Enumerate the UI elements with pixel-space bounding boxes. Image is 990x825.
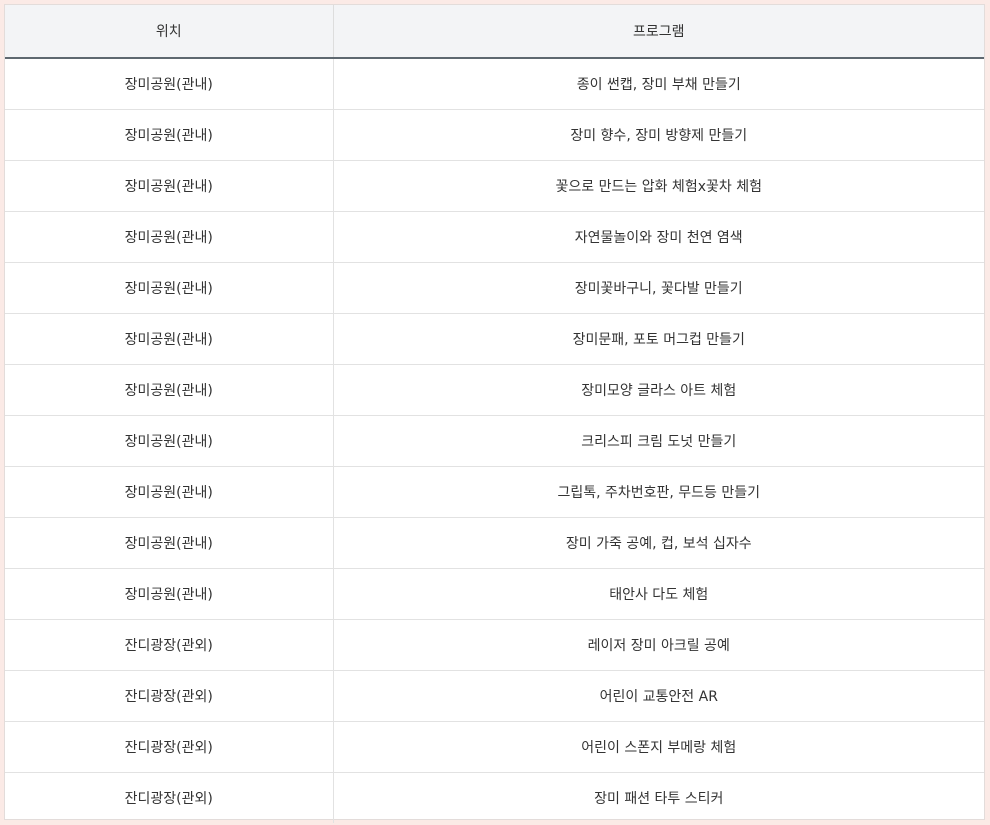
table-row: 잔디광장(관외) 어린이 교통안전 AR [5,670,984,722]
table-row: 장미공원(관내) 그립톡, 주차번호판, 무드등 만들기 [5,466,984,518]
cell-location: 장미공원(관내) [5,58,334,110]
cell-location: 장미공원(관내) [5,262,334,314]
table-row: 장미공원(관내) 장미 향수, 장미 방향제 만들기 [5,109,984,161]
cell-program: 크리스피 크림 도넛 만들기 [333,415,984,467]
table-row: 장미공원(관내) 태안사 다도 체험 [5,568,984,620]
cell-location: 잔디광장(관외) [5,670,334,722]
header-location: 위치 [5,5,334,59]
cell-program: 종이 썬캡, 장미 부채 만들기 [333,58,984,110]
cell-program: 장미 가죽 공예, 컵, 보석 십자수 [333,517,984,569]
cell-location: 장미공원(관내) [5,517,334,569]
cell-program: 그립톡, 주차번호판, 무드등 만들기 [333,466,984,518]
table-row: 장미공원(관내) 장미꽃바구니, 꽃다발 만들기 [5,262,984,314]
cell-program: 어린이 교통안전 AR [333,670,984,722]
table-row: 장미공원(관내) 꽃으로 만드는 압화 체험x꽃차 체험 [5,160,984,212]
cell-program: 레이저 장미 아크릴 공예 [333,619,984,671]
cell-location: 장미공원(관내) [5,109,334,161]
header-row: 위치 프로그램 [5,5,984,59]
cell-program: 자연물놀이와 장미 천연 염색 [333,211,984,263]
table-header: 위치 프로그램 [5,5,984,59]
cell-location: 장미공원(관내) [5,160,334,212]
program-table-panel: 위치 프로그램 장미공원(관내) 종이 썬캡, 장미 부채 만들기 장미공원(관내… [4,4,985,823]
cell-program: 태안사 다도 체험 [333,568,984,620]
cell-program: 장미 향수, 장미 방향제 만들기 [333,109,984,161]
header-program: 프로그램 [333,5,984,59]
cell-program: 장미모양 글라스 아트 체험 [333,364,984,416]
table-row: 장미공원(관내) 장미 가죽 공예, 컵, 보석 십자수 [5,517,984,569]
table-row: 잔디광장(관외) 장미 패션 타투 스티커 [5,772,984,823]
cell-location: 장미공원(관내) [5,313,334,365]
program-table: 위치 프로그램 장미공원(관내) 종이 썬캡, 장미 부채 만들기 장미공원(관내… [5,5,984,823]
cell-location: 잔디광장(관외) [5,619,334,671]
cell-program: 장미 패션 타투 스티커 [594,791,724,807]
table-row: 장미공원(관내) 크리스피 크림 도넛 만들기 [5,415,984,467]
cell-program: 장미문패, 포토 머그컵 만들기 [333,313,984,365]
cell-location: 장미공원(관내) [5,466,334,518]
table-row: 장미공원(관내) 장미문패, 포토 머그컵 만들기 [5,313,984,365]
cell-location: 잔디광장(관외) [5,721,334,773]
cell-program: 꽃으로 만드는 압화 체험x꽃차 체험 [333,160,984,212]
table-row: 장미공원(관내) 자연물놀이와 장미 천연 염색 [5,211,984,263]
cell-location: 잔디광장(관외) [5,772,334,823]
cell-location: 장미공원(관내) [5,211,334,263]
cell-location: 장미공원(관내) [5,415,334,467]
cell-program: 어린이 스폰지 부메랑 체험 [333,721,984,773]
cell-program: 장미꽃바구니, 꽃다발 만들기 [333,262,984,314]
table-row: 잔디광장(관외) 어린이 스폰지 부메랑 체험 [5,721,984,773]
cell-location: 장미공원(관내) [5,364,334,416]
table-body: 장미공원(관내) 종이 썬캡, 장미 부채 만들기 장미공원(관내) 장미 향수, … [5,58,984,823]
table-row: 장미공원(관내) 종이 썬캡, 장미 부채 만들기 [5,58,984,110]
table-row: 잔디광장(관외) 레이저 장미 아크릴 공예 [5,619,984,671]
cell-location: 장미공원(관내) [5,568,334,620]
table-row: 장미공원(관내) 장미모양 글라스 아트 체험 [5,364,984,416]
